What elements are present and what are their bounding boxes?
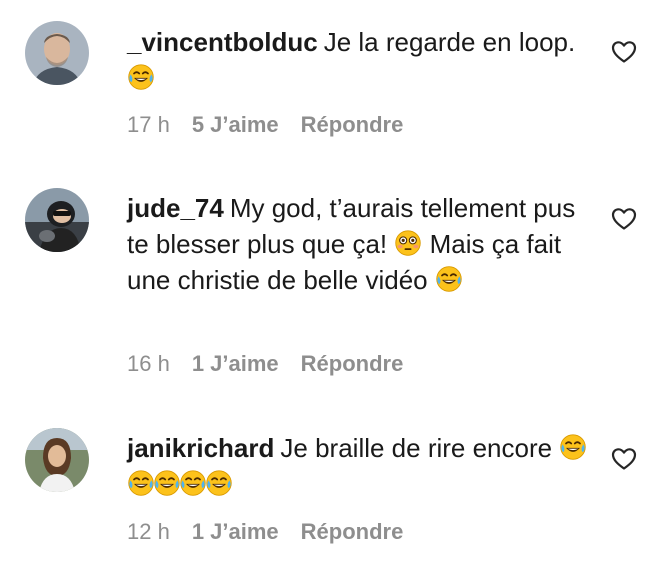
avatar[interactable] <box>25 188 89 252</box>
comment-meta: 12 h 1 J’aime Répondre <box>127 519 403 545</box>
heart-icon[interactable] <box>611 40 637 64</box>
comment-text: Je la regarde en loop. <box>323 27 576 57</box>
laughing-emoji-icon <box>127 63 155 91</box>
comment-username[interactable]: janikrichard <box>127 433 274 463</box>
comment-body: janikrichard Je braille de rire encore <box>127 430 587 502</box>
comment-meta: 17 h 5 J’aime Répondre <box>127 112 403 138</box>
comment-meta: 16 h 1 J’aime Répondre <box>127 351 403 377</box>
comment-likes[interactable]: 5 J’aime <box>192 112 279 138</box>
reply-button[interactable]: Répondre <box>301 519 404 545</box>
laughing-emoji-icon <box>559 433 587 461</box>
laughing-emoji-icon <box>205 469 233 497</box>
avatar[interactable] <box>25 428 89 492</box>
heart-icon[interactable] <box>611 447 637 471</box>
comment-text: Je braille de rire encore <box>280 433 553 463</box>
comment-likes[interactable]: 1 J’aime <box>192 519 279 545</box>
comment-body: _vincentbolduc Je la regarde en loop. <box>127 24 587 96</box>
reply-button[interactable]: Répondre <box>301 112 404 138</box>
comment-username[interactable]: _vincentbolduc <box>127 27 318 57</box>
comment-time[interactable]: 17 h <box>127 112 170 138</box>
comment-body: jude_74 My god, t’aurais tellement pus te… <box>127 190 587 298</box>
reply-button[interactable]: Répondre <box>301 351 404 377</box>
laughing-emoji-icon <box>153 469 181 497</box>
comment-likes[interactable]: 1 J’aime <box>192 351 279 377</box>
heart-icon[interactable] <box>611 207 637 231</box>
comment-time[interactable]: 16 h <box>127 351 170 377</box>
comment-username[interactable]: jude_74 <box>127 193 224 223</box>
laughing-emoji-icon <box>127 469 155 497</box>
laughing-emoji-icon <box>179 469 207 497</box>
flushed-emoji-icon <box>394 229 422 257</box>
avatar[interactable] <box>25 21 89 85</box>
laughing-emoji-icon <box>435 265 463 293</box>
comment-time[interactable]: 12 h <box>127 519 170 545</box>
